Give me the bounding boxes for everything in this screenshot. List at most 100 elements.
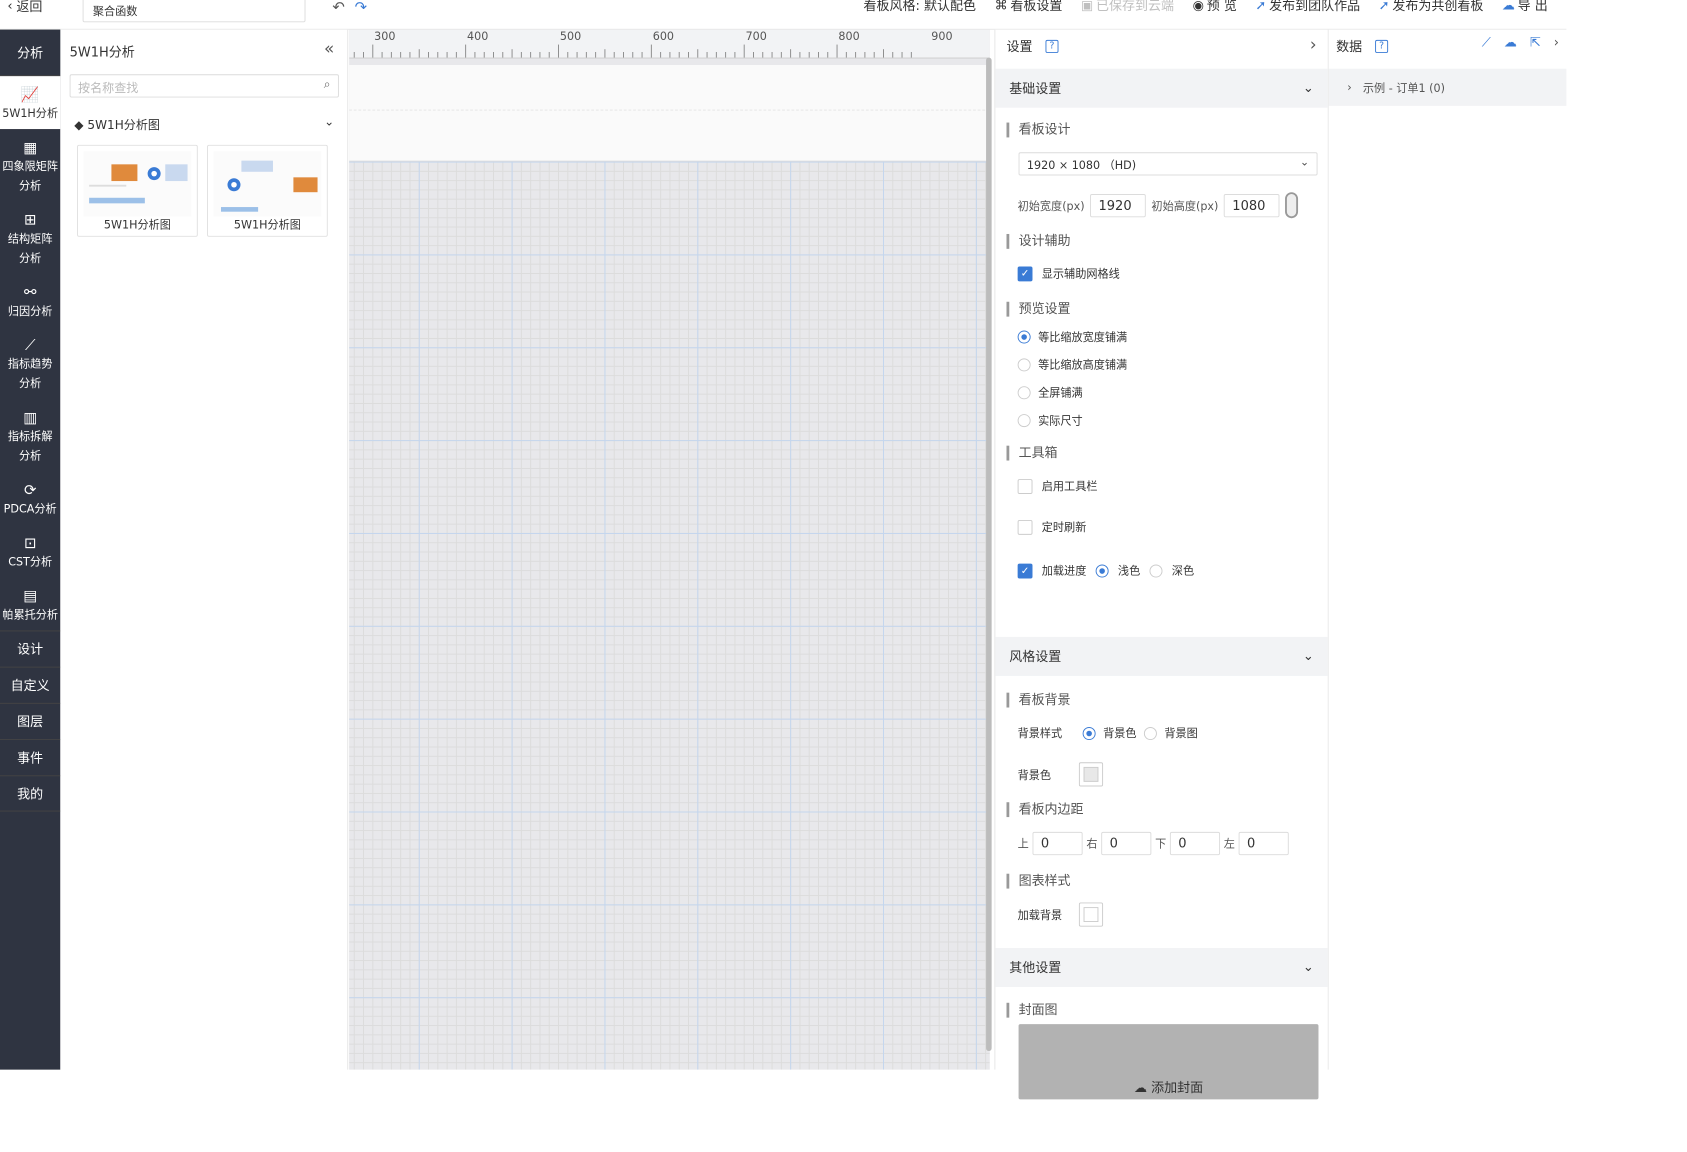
nav-item-trend[interactable]: ⟋ 指标趋势分析 xyxy=(0,327,60,399)
ruler-tick xyxy=(697,49,699,58)
chevron-down-icon: ⌄ xyxy=(1302,80,1314,96)
chevron-right-icon[interactable]: › xyxy=(1554,35,1559,50)
load-bg-row: 加载背景 xyxy=(1018,902,1104,927)
section-basic[interactable]: 基础设置 ⌄ xyxy=(995,68,1328,108)
padding-row: 上0 右0 下0 左0 xyxy=(1018,831,1289,856)
ruler-tick xyxy=(818,51,819,58)
chevron-right-icon[interactable]: › xyxy=(1310,35,1317,54)
nav-item-cst[interactable]: ⊡ CST分析 xyxy=(0,525,60,578)
image-picker[interactable] xyxy=(1078,902,1104,927)
dark-radio[interactable] xyxy=(1149,564,1163,578)
label-padding: 看板内边距 xyxy=(1006,802,1084,818)
thumbnail-image xyxy=(213,151,322,217)
ruler-tick xyxy=(511,49,513,58)
nav-tab-events[interactable]: 事件 xyxy=(0,739,61,775)
width-input[interactable]: 1920 xyxy=(1090,193,1146,217)
height-input[interactable]: 1080 xyxy=(1223,193,1280,217)
ruler-tick xyxy=(660,51,662,58)
publish-team-button[interactable]: ➚ 发布到团队作品 xyxy=(1255,0,1360,15)
preview-option[interactable]: 等比缩放高度铺满 xyxy=(1017,357,1127,373)
light-radio[interactable] xyxy=(1095,564,1109,578)
nav-item-structure[interactable]: ⊞ 结构矩阵分析 xyxy=(0,201,60,273)
pareto-icon: ▤ xyxy=(23,586,38,604)
nav-tab-layers[interactable]: 图层 xyxy=(0,702,61,739)
design-canvas[interactable]: 300 400 500 600 700 800 900 xyxy=(349,29,990,1070)
settings-panel: 设置? › 基础设置 ⌄ 看板设计 1920 × 1080 （HD) ⌄ 初始宽度(… xyxy=(994,29,1329,1100)
bg-color-picker[interactable] xyxy=(1078,762,1104,787)
library-title: 5W1H分析 xyxy=(69,45,135,61)
back-button[interactable]: ‹ 返回 xyxy=(7,0,42,17)
send-icon: ➚ xyxy=(1378,0,1390,13)
canvas-grid[interactable] xyxy=(349,161,990,1070)
nav-item-decompose[interactable]: ▥ 指标拆解分析 xyxy=(0,399,60,471)
nav-item-5w1h[interactable]: 📈 5W1H分析 xyxy=(0,76,61,130)
nav-tab-design[interactable]: 设计 xyxy=(0,630,61,666)
nav-item-quadrant[interactable]: ▦ 四象限矩阵分析 xyxy=(0,129,60,201)
publish-shared-button[interactable]: ➚ 发布为共创看板 xyxy=(1379,0,1484,15)
show-grid-checkbox[interactable]: ✓ 显示辅助网格线 xyxy=(1017,266,1120,282)
check-icon: ✓ xyxy=(1017,266,1033,281)
resolution-select[interactable]: 1920 × 1080 （HD) ⌄ xyxy=(1018,152,1318,176)
nav-tab-mine[interactable]: 我的 xyxy=(0,775,61,812)
ruler-tick xyxy=(762,51,764,58)
bar-chart-icon: ▥ xyxy=(23,408,38,426)
nav-item-attribution[interactable]: ⚯ 归因分析 xyxy=(0,274,60,327)
preview-option[interactable]: 等比缩放宽度铺满 xyxy=(1017,329,1127,345)
enable-toolbar-checkbox[interactable]: 启用工具栏 xyxy=(1017,478,1098,494)
help-icon[interactable]: ? xyxy=(1045,39,1059,53)
bg-color-radio[interactable] xyxy=(1082,726,1096,740)
ruler-tick xyxy=(604,49,606,58)
undo-icon[interactable]: ↶ xyxy=(332,0,344,16)
height-label: 初始高度(px) xyxy=(1151,199,1219,213)
ruler-tick xyxy=(799,51,801,58)
ruler-label: 600 xyxy=(652,29,675,43)
padding-left-input[interactable]: 0 xyxy=(1238,831,1289,856)
thumbnail-image xyxy=(83,151,192,217)
nav-tab-custom[interactable]: 自定义 xyxy=(0,666,61,703)
chart-link-icon[interactable]: ⟋ xyxy=(1482,35,1491,50)
load-progress-checkbox[interactable]: ✓ xyxy=(1017,563,1033,578)
save-icon: ▣ xyxy=(1080,0,1094,13)
export-button[interactable]: ☁ 导 出 xyxy=(1502,0,1548,15)
ruler-tick xyxy=(734,51,736,58)
canvas-scrollbar[interactable] xyxy=(986,57,992,1052)
preview-button[interactable]: ◉ 预 览 xyxy=(1193,0,1237,15)
image-icon xyxy=(1083,907,1099,923)
template-thumbnail[interactable]: 5W1H分析图 xyxy=(77,144,198,237)
cloud-upload-icon[interactable]: ☁ xyxy=(1504,35,1517,50)
export-box-icon[interactable]: ⇱ xyxy=(1530,35,1541,50)
ruler-tick xyxy=(576,51,578,58)
library-search-input[interactable]: 按名称查找 ⌕ xyxy=(69,74,339,98)
redo-icon[interactable]: ↷ xyxy=(355,0,367,16)
template-thumbnail[interactable]: 5W1H分析图 xyxy=(207,144,328,237)
ruler-tick xyxy=(623,51,624,58)
nav-item-pdca[interactable]: ⟳ PDCA分析 xyxy=(0,472,60,525)
padding-top-input[interactable]: 0 xyxy=(1032,831,1083,856)
preview-option[interactable]: 实际尺寸 xyxy=(1017,412,1083,428)
padding-right-input[interactable]: 0 xyxy=(1101,831,1152,856)
library-group[interactable]: ◆ 5W1H分析图 ⌄ xyxy=(74,115,334,133)
lock-ratio-toggle[interactable] xyxy=(1285,192,1299,219)
aggregate-function-input[interactable]: 聚合函数 xyxy=(82,0,306,23)
ruler-tick xyxy=(883,49,884,58)
ruler-label: 800 xyxy=(838,29,860,43)
chevron-down-icon: ⌄ xyxy=(324,115,335,130)
nav-tab-analysis[interactable]: 分析 xyxy=(0,29,61,77)
cycle-icon: ⟳ xyxy=(23,480,37,499)
ruler-tick xyxy=(585,51,587,58)
help-icon[interactable]: ? xyxy=(1375,39,1389,53)
board-style-dropdown[interactable]: 看板风格: 默认配色 xyxy=(864,0,977,15)
section-style[interactable]: 风格设置 ⌄ xyxy=(995,636,1328,676)
board-settings-button[interactable]: ⌘ 看板设置 xyxy=(995,0,1063,15)
ruler-tick xyxy=(483,51,485,58)
section-other[interactable]: 其他设置 ⌄ xyxy=(995,947,1328,987)
preview-option[interactable]: 全屏铺满 xyxy=(1017,384,1083,400)
nav-item-pareto[interactable]: ▤ 帕累托分析 xyxy=(0,578,60,631)
padding-bottom-input[interactable]: 0 xyxy=(1169,831,1221,856)
bg-image-radio[interactable] xyxy=(1143,726,1157,740)
collapse-icon[interactable]: « xyxy=(324,39,334,58)
timed-refresh-checkbox[interactable]: 定时刷新 xyxy=(1017,519,1086,535)
add-cover-button[interactable]: ☁ 添加封面 xyxy=(1018,1024,1319,1100)
dataset-item[interactable]: › 示例 - 订单1 (0) xyxy=(1328,68,1567,106)
label-toolbox: 工具箱 xyxy=(1006,445,1058,461)
